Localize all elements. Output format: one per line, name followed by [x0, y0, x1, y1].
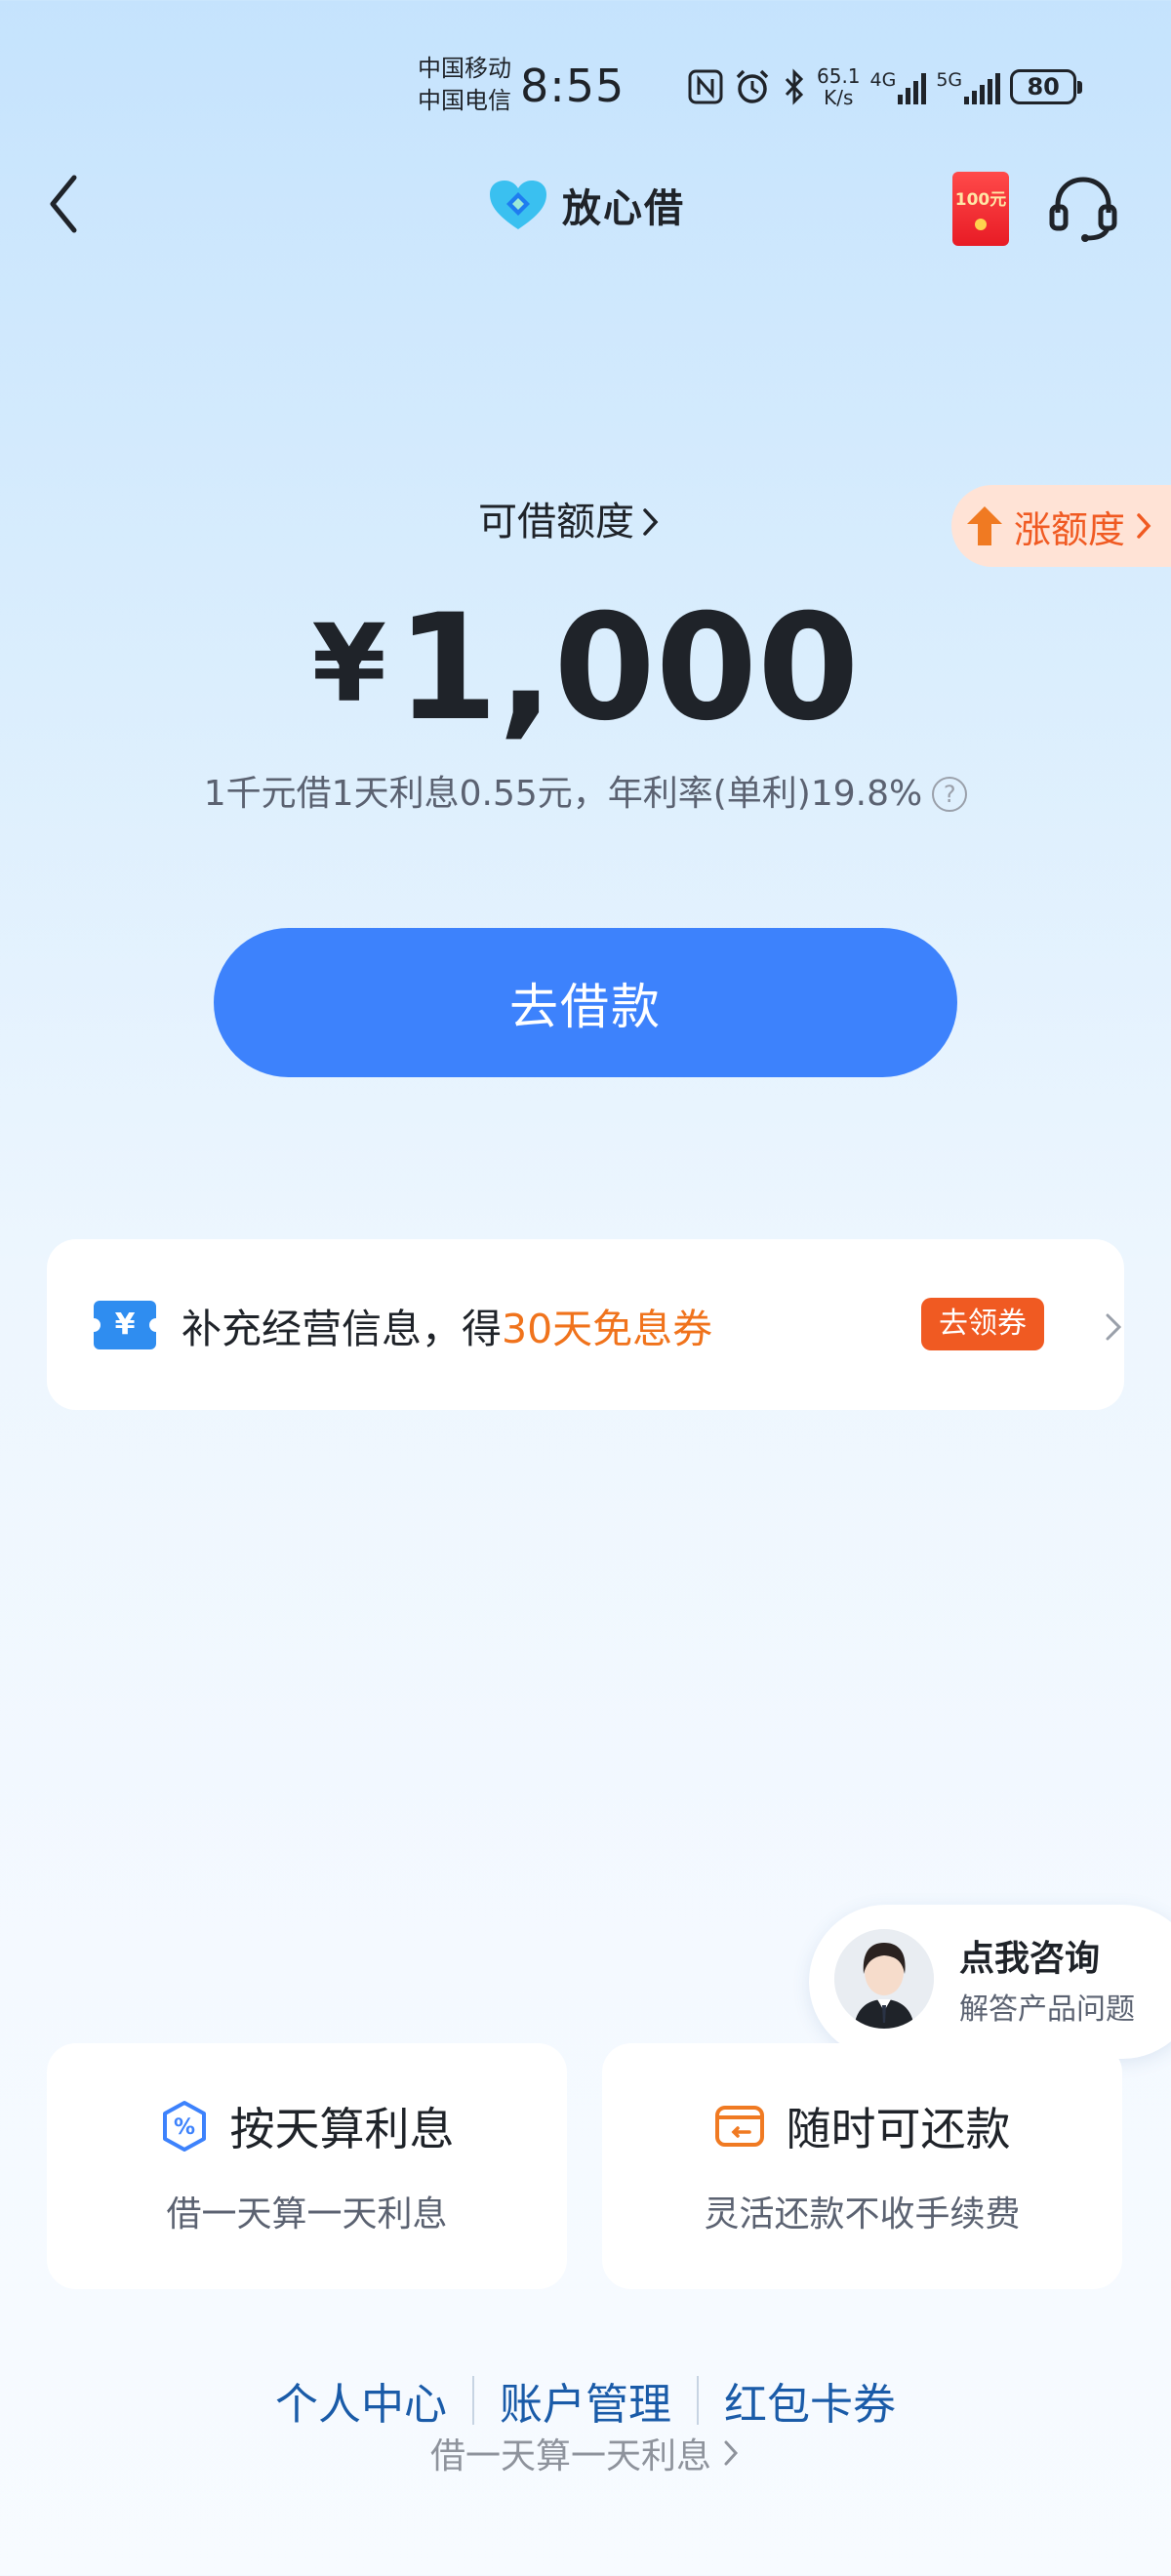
status-icons: 65.1 K/s 4G 5G 80 [688, 60, 1083, 113]
link-coupons[interactable]: 红包卡券 [724, 2369, 896, 2432]
bluetooth-icon [785, 68, 804, 105]
arrow-up-icon [967, 506, 1002, 545]
carrier-1: 中国移动 [418, 55, 511, 82]
nfc-icon [688, 69, 723, 104]
feature-subtitle: 灵活还款不收手续费 [704, 2194, 1021, 2234]
footer-subtext-link[interactable]: 借一天算一天利息 [0, 2428, 1171, 2478]
heart-logo-icon [490, 181, 546, 229]
divider [697, 2376, 699, 2425]
signal-4g: 4G [870, 69, 927, 104]
claim-coupon-button[interactable]: 去领券 [921, 1298, 1044, 1350]
chevron-right-icon [643, 508, 659, 536]
alarm-icon [736, 69, 769, 103]
coupon-icon: ¥ [87, 1300, 163, 1349]
promo-highlight: 30天免息券 [502, 1305, 713, 1352]
carrier-labels: 中国移动 中国电信 [418, 53, 511, 117]
feature-subtitle: 借一天算一天利息 [166, 2194, 448, 2234]
chevron-right-icon [1137, 513, 1151, 539]
percent-shield-icon: % [162, 2101, 206, 2152]
svg-text:%: % [173, 2115, 194, 2140]
rate-text: 1千元借1天利息0.55元，年利率(单利)19.8% [203, 774, 923, 814]
link-account-management[interactable]: 账户管理 [500, 2369, 671, 2432]
app-brand: 放心借 [488, 176, 685, 234]
red-packet-icon[interactable]: 100元 [952, 172, 1009, 246]
feature-title: 按天算利息 [229, 2103, 455, 2155]
feature-card-repay-anytime: 随时可还款 灵活还款不收手续费 [602, 2043, 1122, 2289]
signal-5g: 5G [936, 69, 1001, 104]
network-speed: 65.1 K/s [817, 64, 861, 109]
quota-amount: ¥1,000 [0, 576, 1171, 756]
agent-avatar [834, 1929, 934, 2029]
footer-links: 个人中心 账户管理 红包卡券 [0, 2369, 1171, 2432]
consult-subtitle: 解答产品问题 [959, 1992, 1135, 2027]
customer-service-headset-icon[interactable] [1044, 170, 1122, 248]
brand-name: 放心借 [562, 186, 685, 231]
currency-symbol: ¥ [311, 601, 387, 726]
signal-bars-icon [898, 69, 927, 104]
link-personal-center[interactable]: 个人中心 [275, 2369, 447, 2432]
divider [472, 2376, 474, 2425]
quota-label: 可借额度 [478, 500, 634, 544]
consult-title: 点我咨询 [959, 1939, 1101, 1979]
footer-subtext: 借一天算一天利息 [429, 2436, 711, 2476]
red-packet-amount: 100元 [954, 190, 1007, 210]
available-quota-link[interactable]: 可借额度 [478, 493, 662, 551]
feature-card-daily-interest: % 按天算利息 借一天算一天利息 [47, 2043, 567, 2289]
consult-bubble[interactable]: 点我咨询 解答产品问题 [809, 1905, 1171, 2059]
feature-title: 随时可还款 [786, 2103, 1011, 2155]
raise-quota-button[interactable]: 涨额度 [951, 485, 1171, 567]
amount-value: 1,000 [396, 584, 860, 753]
promo-card[interactable]: ¥ 补充经营信息，得30天免息券 去领券 [47, 1239, 1124, 1410]
signal-bars-icon [964, 69, 1001, 104]
status-time: 8:55 [520, 60, 626, 112]
battery-indicator: 80 [1010, 69, 1083, 104]
wallet-icon [714, 2106, 764, 2147]
help-icon[interactable]: ? [932, 777, 968, 812]
chevron-right-icon [1106, 1313, 1122, 1341]
red-packet-coin [975, 219, 987, 230]
interest-rate-note: 1千元借1天利息0.55元，年利率(单利)19.8% ? [0, 767, 1171, 822]
back-arrow-icon[interactable] [39, 170, 98, 238]
carrier-2: 中国电信 [418, 87, 511, 114]
borrow-button[interactable]: 去借款 [214, 928, 957, 1077]
raise-quota-label: 涨额度 [1014, 507, 1126, 551]
chevron-right-icon [724, 2440, 739, 2466]
promo-text: 补充经营信息，得30天免息券 [182, 1305, 713, 1352]
